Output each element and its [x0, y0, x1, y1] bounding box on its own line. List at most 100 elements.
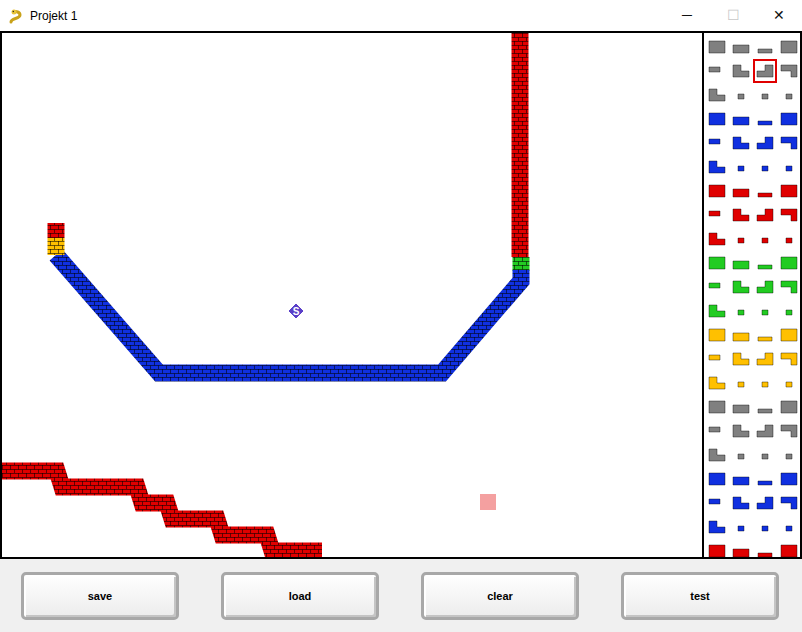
palette-tile[interactable]: [777, 347, 801, 371]
brick-wall[interactable]: [513, 257, 530, 271]
palette-tile[interactable]: [705, 539, 729, 559]
palette-tile[interactable]: [729, 251, 753, 275]
palette-tile[interactable]: [729, 131, 753, 155]
palette-tile[interactable]: [777, 179, 801, 203]
palette-tile[interactable]: [729, 83, 753, 107]
palette-tile[interactable]: [705, 227, 729, 251]
palette-tile[interactable]: [729, 227, 753, 251]
palette-tile[interactable]: [705, 299, 729, 323]
level-drawing[interactable]: S: [2, 33, 702, 557]
palette-tile[interactable]: [705, 515, 729, 539]
palette-tile[interactable]: [753, 347, 777, 371]
palette-tile[interactable]: [729, 59, 753, 83]
palette-tile[interactable]: [705, 275, 729, 299]
palette-tile[interactable]: [705, 323, 729, 347]
palette-tile[interactable]: [777, 491, 801, 515]
palette-tile[interactable]: [753, 251, 777, 275]
palette-tile[interactable]: [705, 251, 729, 275]
palette-tile[interactable]: [753, 443, 777, 467]
palette-tile[interactable]: [777, 371, 801, 395]
palette-tile[interactable]: [753, 35, 777, 59]
palette-tile[interactable]: [777, 323, 801, 347]
palette-tile[interactable]: [705, 179, 729, 203]
palette-tile[interactable]: [777, 395, 801, 419]
palette-tile[interactable]: [753, 59, 777, 83]
palette-tile[interactable]: [777, 251, 801, 275]
window-control-button[interactable]: ─: [664, 0, 710, 31]
palette-tile[interactable]: [753, 515, 777, 539]
brick-wall[interactable]: [2, 471, 322, 551]
palette-tile[interactable]: [729, 491, 753, 515]
toolbar-button[interactable]: test: [621, 572, 779, 620]
palette-tile[interactable]: [705, 371, 729, 395]
palette-tile[interactable]: [777, 539, 801, 559]
palette-tile[interactable]: [705, 59, 729, 83]
brick-wall[interactable]: [512, 33, 529, 257]
palette-tile[interactable]: [705, 203, 729, 227]
palette-tile[interactable]: [753, 227, 777, 251]
window-control-button[interactable]: ✕: [756, 0, 802, 31]
toolbar-button[interactable]: clear: [421, 572, 579, 620]
palette-tile[interactable]: [705, 155, 729, 179]
palette-tile[interactable]: [777, 107, 801, 131]
palette-tile[interactable]: [777, 419, 801, 443]
palette-tile[interactable]: [729, 107, 753, 131]
palette-tile[interactable]: [753, 275, 777, 299]
palette-tile[interactable]: [753, 491, 777, 515]
spawn-marker[interactable]: S: [288, 303, 304, 319]
level-canvas[interactable]: S: [0, 31, 704, 559]
palette-tile[interactable]: [729, 179, 753, 203]
palette-tile[interactable]: [753, 323, 777, 347]
palette-tile[interactable]: [729, 203, 753, 227]
palette-tile[interactable]: [753, 203, 777, 227]
palette-tile[interactable]: [753, 539, 777, 559]
palette-tile[interactable]: [777, 203, 801, 227]
palette-tile[interactable]: [705, 419, 729, 443]
palette-tile[interactable]: [729, 155, 753, 179]
palette-tile[interactable]: [705, 395, 729, 419]
palette-tile[interactable]: [705, 107, 729, 131]
palette-tile[interactable]: [729, 275, 753, 299]
palette-tile[interactable]: [729, 419, 753, 443]
palette-tile[interactable]: [777, 83, 801, 107]
palette-tile[interactable]: [753, 419, 777, 443]
palette-tile[interactable]: [753, 395, 777, 419]
palette-tile[interactable]: [777, 467, 801, 491]
palette-tile[interactable]: [753, 83, 777, 107]
palette-tile[interactable]: [753, 107, 777, 131]
palette-tile[interactable]: [705, 83, 729, 107]
palette-tile[interactable]: [777, 299, 801, 323]
palette-tile[interactable]: [729, 515, 753, 539]
palette-tile[interactable]: [777, 515, 801, 539]
palette-tile[interactable]: [705, 131, 729, 155]
palette-tile[interactable]: [729, 299, 753, 323]
palette-tile[interactable]: [777, 155, 801, 179]
palette-tile[interactable]: [705, 347, 729, 371]
brick-wall[interactable]: [56, 255, 521, 373]
toolbar-button[interactable]: load: [221, 572, 379, 620]
palette-tile[interactable]: [729, 467, 753, 491]
palette-tile[interactable]: [729, 323, 753, 347]
palette-tile[interactable]: [729, 539, 753, 559]
palette-tile[interactable]: [753, 155, 777, 179]
palette-tile[interactable]: [777, 59, 801, 83]
toolbar-button[interactable]: save: [21, 572, 179, 620]
palette-tile[interactable]: [753, 467, 777, 491]
palette-tile[interactable]: [729, 35, 753, 59]
palette-tile[interactable]: [705, 467, 729, 491]
palette-tile[interactable]: [729, 371, 753, 395]
palette-tile[interactable]: [753, 299, 777, 323]
palette-tile[interactable]: [777, 227, 801, 251]
palette-tile[interactable]: [753, 371, 777, 395]
palette-tile[interactable]: [729, 395, 753, 419]
palette-tile[interactable]: [777, 35, 801, 59]
palette-tile[interactable]: [729, 443, 753, 467]
palette-tile[interactable]: [777, 131, 801, 155]
brick-wall[interactable]: [48, 238, 65, 255]
palette-tile[interactable]: [753, 131, 777, 155]
palette-tile[interactable]: [705, 491, 729, 515]
palette-tile[interactable]: [729, 347, 753, 371]
palette-tile[interactable]: [705, 443, 729, 467]
palette-tile[interactable]: [777, 275, 801, 299]
brick-wall[interactable]: [48, 223, 65, 238]
